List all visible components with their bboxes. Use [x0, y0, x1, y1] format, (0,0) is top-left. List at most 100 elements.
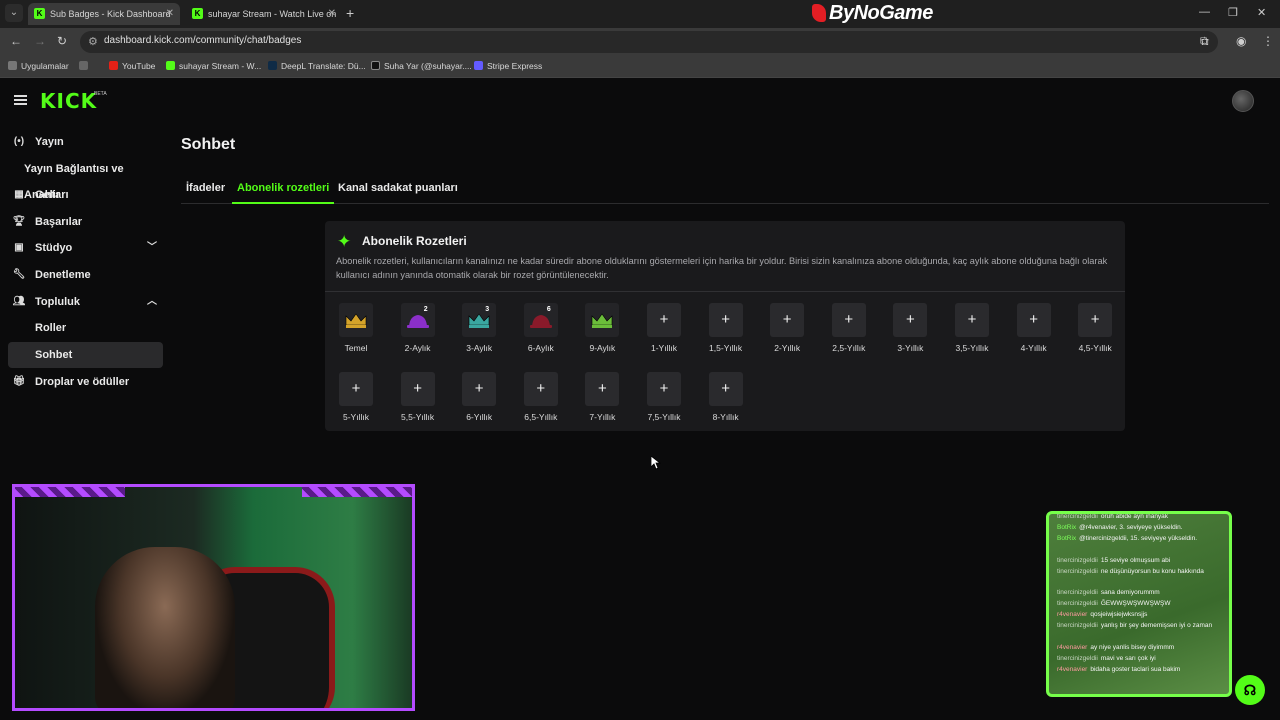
sidebar-item-topluluk[interactable]: 👥︎ Topluluk ︿: [8, 289, 163, 315]
badge-slot[interactable]: +3-Yıllık: [879, 303, 941, 359]
badge-slot[interactable]: +1-Yıllık: [633, 303, 695, 359]
close-window-icon[interactable]: ✕: [1257, 6, 1266, 19]
add-badge-icon[interactable]: +: [955, 303, 989, 337]
add-badge-icon[interactable]: +: [831, 303, 866, 337]
bookmark-apps[interactable]: Uygulamalar: [8, 61, 69, 71]
chevron-down-icon[interactable]: ﹀: [147, 235, 157, 261]
support-chat-button[interactable]: ☊: [1235, 675, 1265, 705]
badge-label: 8-Yıllık: [712, 412, 739, 422]
add-badge-icon[interactable]: +: [893, 303, 928, 337]
chevron-up-icon[interactable]: ︿: [147, 289, 157, 315]
browser-tab-strip: ⌄ K Sub Badges - Kick Dashboard ✕ K suha…: [0, 0, 1280, 28]
add-badge-icon[interactable]: +: [647, 303, 681, 337]
sidebar-item-denetleme[interactable]: 🔧︎ Denetleme: [8, 262, 163, 288]
card-title: Abonelik Rozetleri: [362, 234, 467, 248]
webcam-overlay: [12, 484, 415, 711]
menu-icon[interactable]: [14, 95, 27, 105]
minimize-icon[interactable]: —: [1199, 6, 1210, 18]
close-tab-icon[interactable]: ✕: [166, 3, 174, 25]
browser-tab[interactable]: K suhayar Stream - Watch Live on ✕: [186, 3, 342, 25]
page-title: Sohbet: [181, 136, 236, 153]
bookmark-deepl[interactable]: DeepL Translate: Dü...: [268, 61, 366, 71]
badge-slot[interactable]: +6-Yıllık: [448, 372, 510, 428]
badge-slot[interactable]: +1,5-Yıllık: [695, 303, 757, 359]
badge-slot[interactable]: +5,5-Yıllık: [387, 372, 449, 428]
sidebar-item-sohbet[interactable]: Sohbet: [8, 342, 163, 368]
badge-slot[interactable]: 2 2-Aylık: [387, 303, 449, 359]
add-badge-icon[interactable]: +: [400, 372, 435, 406]
crown-icon: [585, 303, 620, 337]
tab-abonelik-rozetleri[interactable]: Abonelik rozetleri: [232, 182, 335, 204]
tab-ifadeler[interactable]: İfadeler: [186, 182, 225, 204]
chat-message: tinercinizgeldii ne düşünüyorsun bu konu …: [1057, 567, 1225, 578]
forward-icon[interactable]: →: [34, 34, 46, 48]
add-badge-icon[interactable]: +: [1016, 303, 1051, 337]
sidebar-item-droplar[interactable]: 🎁︎ Droplar ve ödüller: [8, 369, 163, 395]
gift-icon: 🎁︎: [12, 376, 26, 387]
add-badge-icon[interactable]: +: [462, 372, 497, 406]
chat-message: r4venavier bidaha goster taclari sua baki…: [1057, 665, 1225, 676]
badge-slot[interactable]: +4,5-Yıllık: [1064, 303, 1126, 359]
add-badge-icon[interactable]: +: [1078, 303, 1113, 337]
add-badge-icon[interactable]: +: [523, 372, 558, 406]
back-icon[interactable]: ←: [10, 34, 22, 48]
tiktok-icon: [371, 61, 380, 70]
address-bar[interactable]: ⚙ dashboard.kick.com/community/chat/badg…: [80, 31, 1218, 53]
bookmark-tiktok[interactable]: Suha Yar (@suhayar....: [371, 61, 472, 71]
sidebar-item-studyo[interactable]: ▣ Stüdyo ﹀: [8, 235, 163, 261]
badge-slot[interactable]: 9-Aylık: [571, 303, 633, 359]
badge-label: 7,5-Yıllık: [647, 412, 681, 422]
add-badge-icon[interactable]: +: [339, 372, 373, 406]
kick-logo[interactable]: KICK: [40, 89, 97, 113]
sidebar-item-roller[interactable]: Roller: [8, 315, 163, 341]
add-badge-icon[interactable]: +: [585, 372, 620, 406]
sidebar-item-yayin[interactable]: (•) Yayın: [8, 129, 163, 155]
badge-slot[interactable]: +7,5-Yıllık: [633, 372, 695, 428]
browser-tab-active[interactable]: K Sub Badges - Kick Dashboard ✕: [28, 3, 180, 25]
tab-search-button[interactable]: ⌄: [5, 4, 23, 22]
extensions-icon[interactable]: ⧉: [1200, 34, 1209, 49]
sidebar-item-gelir[interactable]: ▦ Gelir: [8, 182, 163, 208]
badge-slot[interactable]: Temel: [325, 303, 387, 359]
sidebar-item-stream-key[interactable]: Yayın Bağlantısı ve Anahtarı: [0, 156, 170, 201]
restore-icon[interactable]: ❐: [1228, 6, 1238, 19]
sidebar-item-basarilar[interactable]: 🏆︎ Başarılar: [8, 209, 163, 235]
card-description: Abonelik rozetleri, kullanıcıların kanal…: [336, 256, 1108, 280]
badge-slot[interactable]: 3 3-Aylık: [448, 303, 510, 359]
chat-username: r4venavier: [1057, 643, 1088, 651]
chat-username: tinercinizgeldii: [1057, 600, 1098, 607]
bookmark-youtube[interactable]: YouTube: [109, 61, 155, 71]
badge-slot[interactable]: +7-Yıllık: [571, 372, 633, 428]
new-tab-button[interactable]: +: [346, 4, 354, 22]
badge-number: 2: [423, 306, 428, 313]
add-badge-icon[interactable]: +: [708, 303, 743, 337]
close-tab-icon[interactable]: ✕: [328, 3, 336, 25]
badge-slot[interactable]: +4-Yıllık: [1003, 303, 1065, 359]
badge-label: 2-Aylık: [404, 343, 431, 353]
tab-kanal-sadakat[interactable]: Kanal sadakat puanları: [338, 182, 458, 204]
add-badge-icon[interactable]: +: [647, 372, 681, 406]
bookmark-suhayar[interactable]: suhayar Stream - W...: [166, 61, 261, 71]
badge-number: 3: [485, 306, 490, 313]
badge-slot[interactable]: +8-Yıllık: [695, 372, 757, 428]
badge-slot[interactable]: +3,5-Yıllık: [941, 303, 1003, 359]
badge-slot[interactable]: +2-Yıllık: [756, 303, 818, 359]
avatar[interactable]: [1232, 90, 1254, 112]
site-info-icon[interactable]: ⚙: [88, 35, 98, 48]
bookmark-stripe[interactable]: Stripe Express: [474, 61, 542, 71]
badge-slot[interactable]: +6,5-Yıllık: [510, 372, 572, 428]
bookmark-grid[interactable]: [79, 61, 92, 71]
reload-icon[interactable]: ↻: [57, 34, 67, 48]
browser-menu-icon[interactable]: ⋮: [1262, 34, 1274, 48]
sparkle-icon: ✦: [337, 232, 352, 251]
badge-label: 4,5-Yıllık: [1078, 343, 1112, 353]
badge-label: 3-Yıllık: [897, 343, 924, 353]
badge-slot[interactable]: +2,5-Yıllık: [818, 303, 880, 359]
badge-slot[interactable]: 6 6-Aylık: [510, 303, 572, 359]
chat-message: BotRix @tinercinizgeldii, 15. seviyeye yü…: [1057, 534, 1225, 545]
crown-icon: 3: [462, 303, 497, 337]
badge-slot[interactable]: +5-Yıllık: [325, 372, 387, 428]
profile-icon[interactable]: ◉: [1236, 34, 1246, 48]
add-badge-icon[interactable]: +: [770, 303, 805, 337]
add-badge-icon[interactable]: +: [708, 372, 743, 406]
